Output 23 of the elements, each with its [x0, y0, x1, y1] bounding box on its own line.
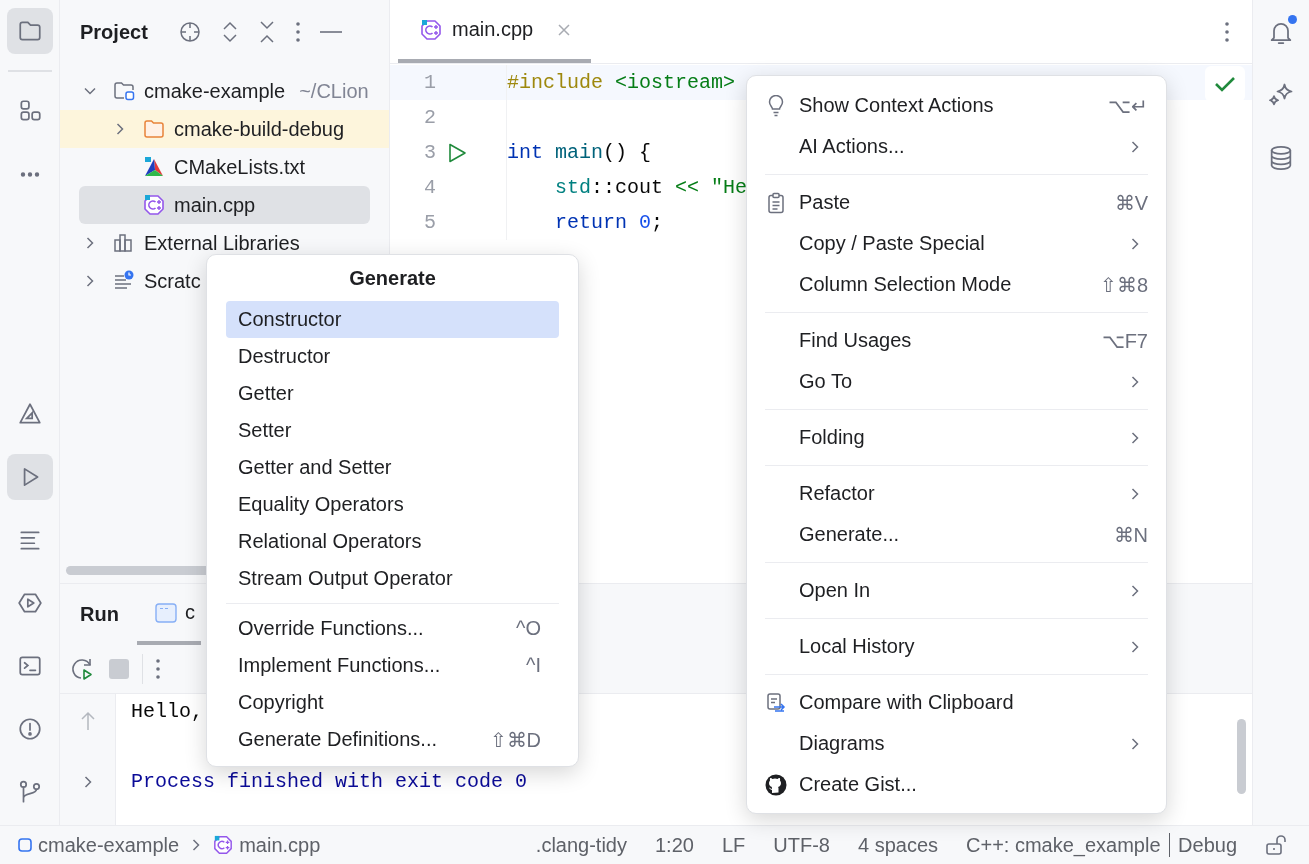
panel-title: Project [80, 20, 148, 44]
shortcut-label: ⇧⌘8 [1099, 272, 1148, 297]
shortcut-label: ⌘N [1113, 522, 1148, 547]
path-hint: ~/CLion [299, 79, 369, 103]
code-line: int main() { [507, 141, 652, 164]
panel-title: Run [80, 603, 119, 626]
code-line: #include <iostream> [507, 71, 736, 94]
console-output: Process finished with exit code 0 [131, 769, 528, 795]
line-number: 1 [423, 71, 436, 94]
shortcut-label: ⌘V [1114, 190, 1148, 215]
popup-title: Generate [348, 265, 437, 291]
line-number: 4 [423, 176, 436, 199]
shortcut-label: ^O [516, 617, 541, 640]
shortcut-label: ^I [526, 654, 541, 677]
line-number: 3 [423, 141, 436, 164]
line-number: 5 [423, 211, 436, 234]
shortcut-label: ⇧⌘D [489, 727, 541, 752]
shortcut-label: ⌥↵ [1108, 93, 1148, 118]
line-number: 2 [423, 106, 436, 129]
console-output: Hello, [131, 699, 203, 725]
shortcut-label: ⌥F7 [1101, 328, 1148, 353]
code-line: std::cout << "He [554, 176, 748, 199]
code-line: return 0; [554, 211, 664, 234]
